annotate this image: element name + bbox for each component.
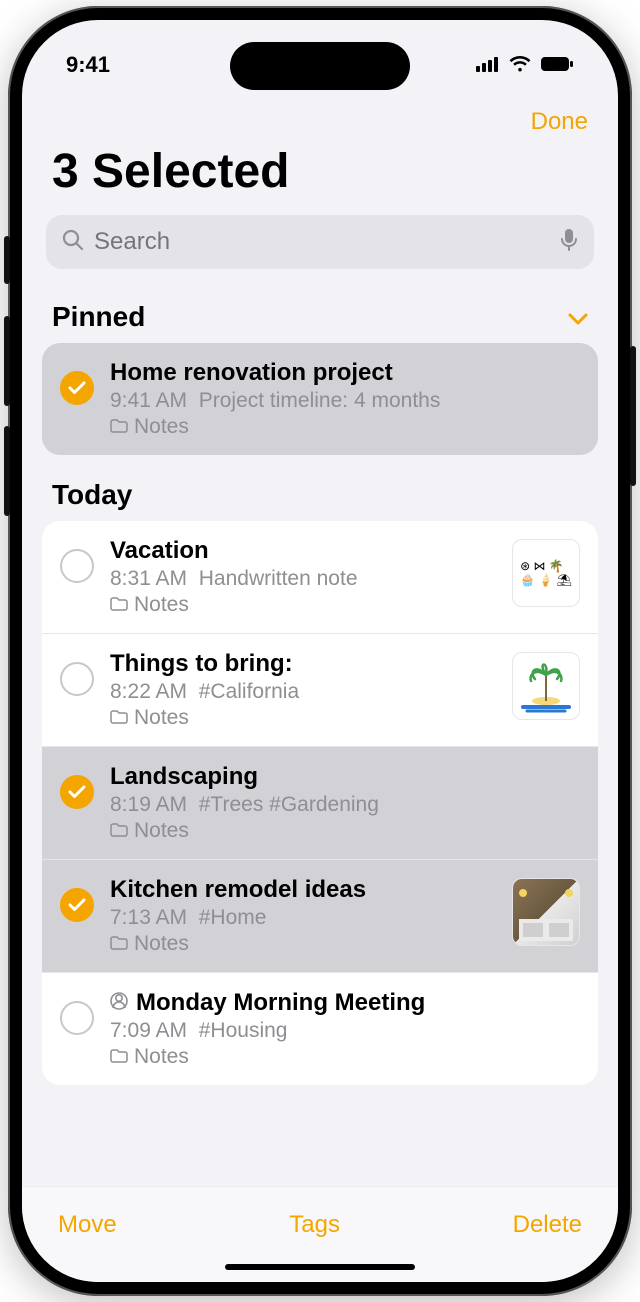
folder-icon	[110, 593, 128, 617]
note-subtitle: 8:19 AM #Trees #Gardening	[110, 793, 580, 817]
note-folder: Notes	[110, 1045, 580, 1069]
volume-down-button	[4, 426, 10, 516]
dynamic-island	[230, 42, 410, 90]
note-folder: Notes	[110, 932, 496, 956]
shared-icon	[110, 992, 128, 1015]
nav-bar: Done	[22, 92, 618, 140]
selection-check[interactable]	[60, 549, 94, 583]
volume-up-button	[4, 316, 10, 406]
note-row[interactable]: Landscaping 8:19 AM #Trees #Gardening No…	[42, 747, 598, 860]
note-subtitle: 8:22 AM #California	[110, 680, 496, 704]
folder-icon	[110, 1045, 128, 1069]
note-title: Home renovation project	[110, 359, 580, 387]
note-title: Kitchen remodel ideas	[110, 876, 496, 904]
note-subtitle: 7:09 AM #Housing	[110, 1019, 580, 1043]
side-button	[4, 236, 10, 284]
note-subtitle: 8:31 AM Handwritten note	[110, 567, 496, 591]
pinned-card: Home renovation project 9:41 AM Project …	[42, 343, 598, 455]
note-folder: Notes	[110, 819, 580, 843]
note-row[interactable]: Things to bring: 8:22 AM #California Not…	[42, 634, 598, 747]
section-header-pinned[interactable]: Pinned	[22, 277, 618, 343]
section-label: Pinned	[52, 301, 145, 333]
section-label: Today	[52, 479, 132, 511]
wifi-icon	[508, 52, 532, 78]
delete-button[interactable]: Delete	[513, 1211, 582, 1239]
search-field[interactable]	[46, 215, 594, 269]
selection-check[interactable]	[60, 888, 94, 922]
note-subtitle: 7:13 AM #Home	[110, 906, 496, 930]
folder-icon	[110, 932, 128, 956]
folder-icon	[110, 706, 128, 730]
power-button	[630, 346, 636, 486]
dictate-icon[interactable]	[560, 228, 578, 257]
status-time: 9:41	[66, 52, 110, 78]
selection-check[interactable]	[60, 371, 94, 405]
done-button[interactable]: Done	[531, 108, 588, 136]
selection-check[interactable]	[60, 662, 94, 696]
note-folder: Notes	[110, 593, 496, 617]
note-row[interactable]: Home renovation project 9:41 AM Project …	[42, 343, 598, 455]
move-button[interactable]: Move	[58, 1211, 117, 1239]
note-title: Things to bring:	[110, 650, 496, 678]
tags-button[interactable]: Tags	[289, 1211, 340, 1239]
folder-icon	[110, 415, 128, 439]
home-indicator[interactable]	[225, 1264, 415, 1270]
note-folder: Notes	[110, 415, 580, 439]
selection-check[interactable]	[60, 775, 94, 809]
notes-list[interactable]: Pinned Home renovation project 9:41 AM P…	[22, 277, 618, 1186]
note-row[interactable]: Vacation 8:31 AM Handwritten note Notes …	[42, 521, 598, 634]
today-card: Vacation 8:31 AM Handwritten note Notes …	[42, 521, 598, 1085]
cellular-icon	[476, 52, 500, 78]
folder-icon	[110, 819, 128, 843]
chevron-down-icon[interactable]	[568, 301, 588, 333]
search-input[interactable]	[94, 228, 550, 256]
note-title: Landscaping	[110, 763, 580, 791]
note-row[interactable]: Monday Morning Meeting 7:09 AM #Housing …	[42, 973, 598, 1085]
battery-icon	[540, 52, 574, 78]
note-subtitle: 9:41 AM Project timeline: 4 months	[110, 389, 580, 413]
page-title: 3 Selected	[22, 140, 618, 211]
selection-check[interactable]	[60, 1001, 94, 1035]
note-thumbnail	[512, 878, 580, 946]
section-header-today: Today	[22, 455, 618, 521]
note-row[interactable]: Kitchen remodel ideas 7:13 AM #Home Note…	[42, 860, 598, 973]
note-thumbnail: ⊛ ⋈ 🌴🧁 🍦 ⛱	[512, 539, 580, 607]
search-icon	[62, 229, 84, 256]
note-folder: Notes	[110, 706, 496, 730]
note-thumbnail	[512, 652, 580, 720]
note-title: Vacation	[110, 537, 496, 565]
phone-frame: 9:41 Done 3 Selected	[8, 6, 632, 1296]
note-title: Monday Morning Meeting	[110, 989, 580, 1017]
screen: 9:41 Done 3 Selected	[22, 20, 618, 1282]
